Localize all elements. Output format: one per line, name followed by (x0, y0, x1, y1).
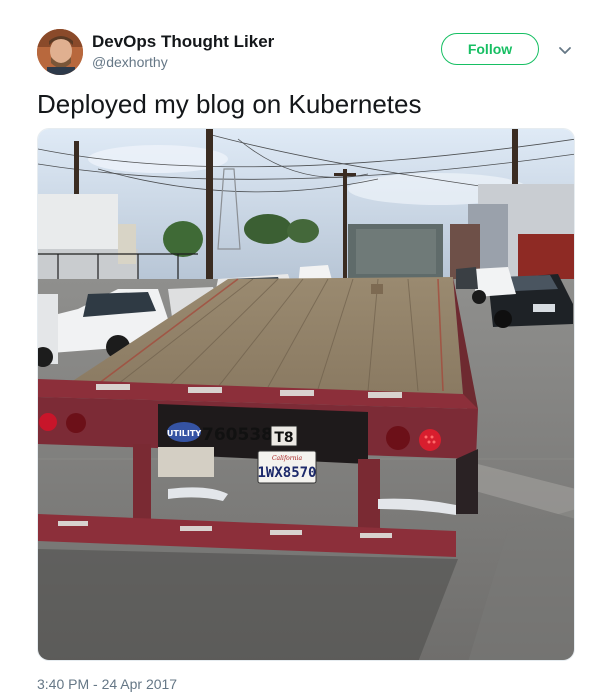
flatbed-trailer-photo: UTILITY 760538 T8 California 1WX8570 (38, 129, 574, 660)
tweet-timestamp[interactable]: 3:40 PM - 24 Apr 2017 (37, 676, 177, 692)
trailer-badge: T8 (274, 430, 293, 446)
trailer-number: 760538 (202, 425, 273, 445)
user-handle[interactable]: @dexhorthy (92, 54, 168, 70)
tweet-photo[interactable]: UTILITY 760538 T8 California 1WX8570 (37, 128, 575, 661)
avatar[interactable] (37, 29, 83, 75)
chevron-down-icon[interactable] (557, 43, 573, 59)
plate-number: 1WX8570 (257, 465, 316, 481)
follow-button[interactable]: Follow (441, 33, 539, 65)
tweet-card: DevOps Thought Liker @dexhorthy Follow D… (0, 0, 610, 696)
plate-state: California (272, 455, 302, 462)
display-name[interactable]: DevOps Thought Liker (92, 32, 274, 52)
logo-text: UTILITY (167, 429, 201, 438)
tweet-text: Deployed my blog on Kubernetes (37, 89, 422, 119)
user-avatar-icon (37, 29, 83, 75)
